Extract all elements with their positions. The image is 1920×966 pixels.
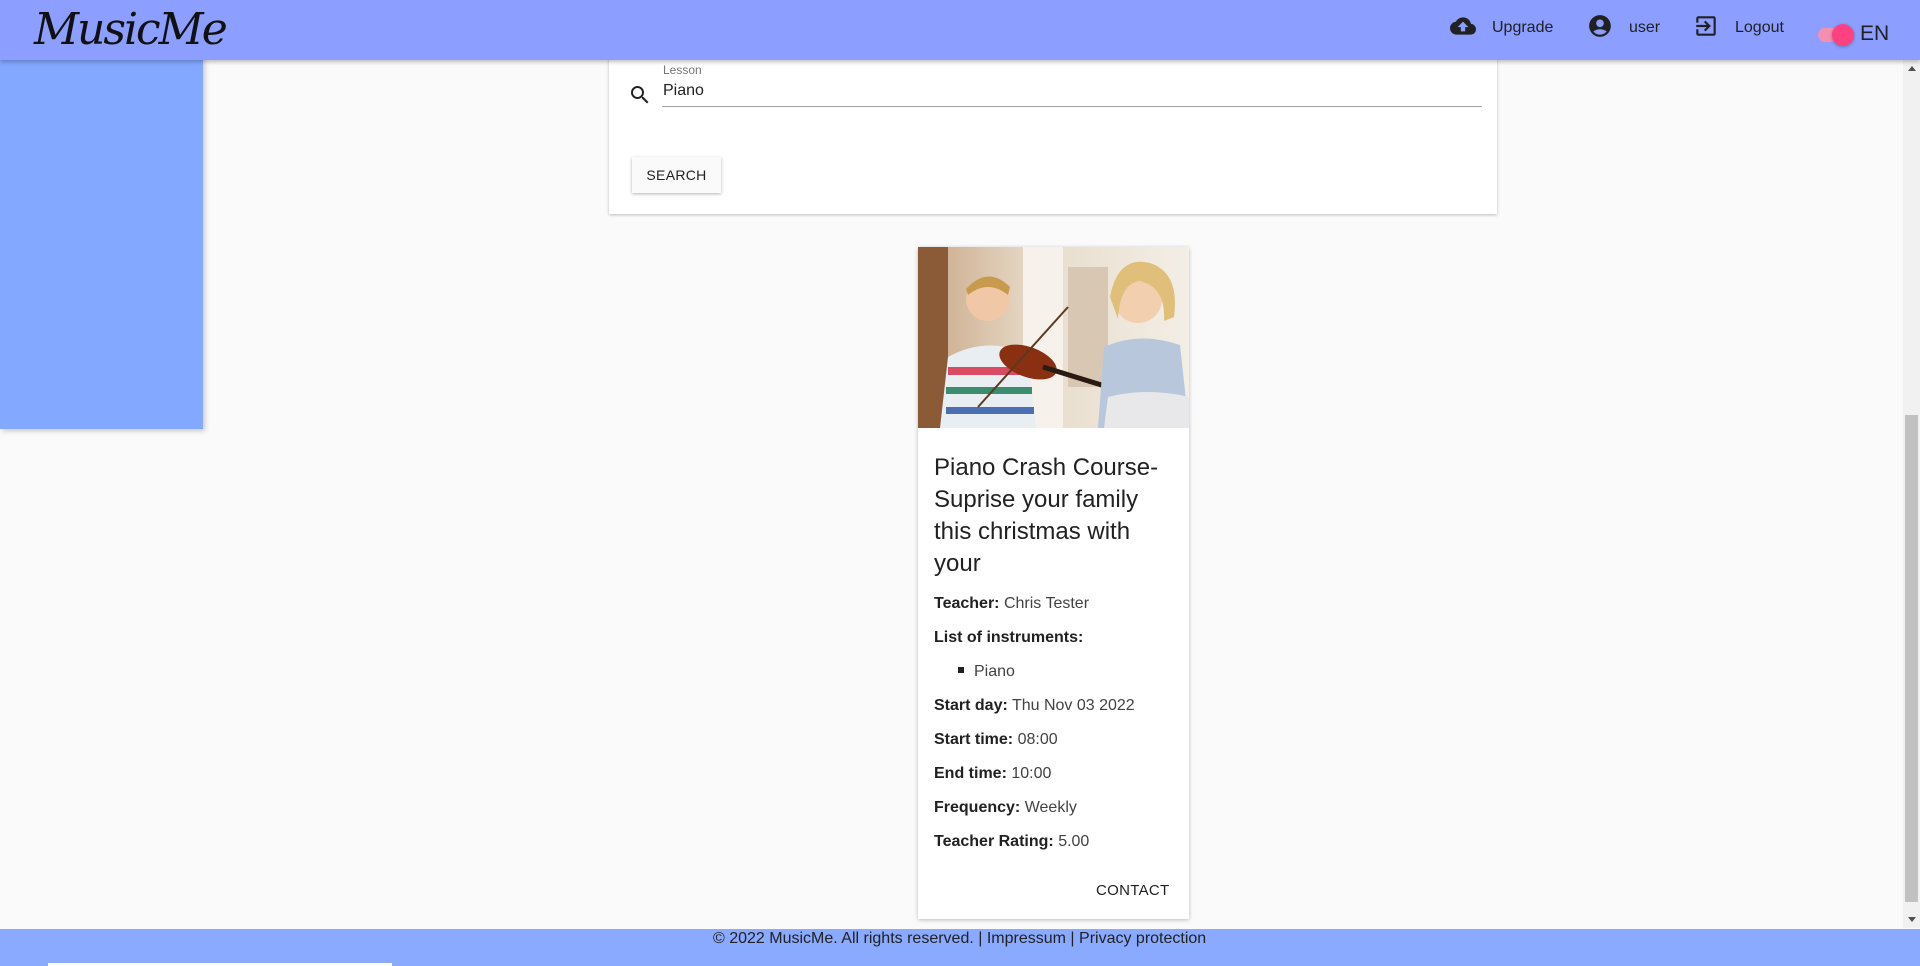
rating-label: Teacher Rating: — [934, 833, 1054, 850]
sidebar — [0, 0, 203, 429]
instruments-label: List of instruments: — [934, 629, 1084, 646]
privacy-link[interactable]: Privacy protection — [1079, 930, 1206, 947]
lesson-field-label: Lesson — [663, 63, 702, 77]
scroll-down-arrow-icon[interactable] — [1908, 917, 1916, 922]
start-day-label: Start day: — [934, 697, 1008, 714]
search-button[interactable]: SEARCH — [632, 157, 721, 193]
logout-icon — [1693, 13, 1719, 44]
app-bar: MusicMe Upgrade user Logout EN — [0, 0, 1920, 60]
cloud-upload-icon — [1450, 13, 1476, 44]
footer-separator: | — [1070, 930, 1075, 947]
scroll-up-arrow-icon[interactable] — [1908, 66, 1916, 71]
start-day-row: Start day: Thu Nov 03 2022 — [934, 697, 1135, 715]
list-bullet — [958, 667, 964, 673]
start-day-value: Thu Nov 03 2022 — [1011, 697, 1135, 714]
lesson-search-input[interactable]: Piano — [663, 82, 704, 100]
search-icon — [628, 83, 652, 107]
teacher-label: Teacher: — [934, 595, 1000, 612]
logo[interactable]: MusicMe — [34, 2, 228, 58]
user-button[interactable]: user — [1587, 0, 1660, 56]
account-circle-icon — [1587, 13, 1613, 44]
start-time-value: 08:00 — [1017, 731, 1058, 748]
teacher-row: Teacher: Chris Tester — [934, 595, 1089, 613]
upgrade-button[interactable]: Upgrade — [1450, 0, 1553, 56]
end-time-value: 10:00 — [1011, 765, 1052, 782]
language-label: EN — [1860, 22, 1890, 45]
scrollbar-thumb[interactable] — [1905, 415, 1918, 902]
frequency-row: Frequency: Weekly — [934, 799, 1077, 817]
contact-button[interactable]: CONTACT — [1096, 882, 1169, 899]
instrument-item: Piano — [974, 663, 1015, 680]
language-toggle-knob[interactable] — [1832, 24, 1854, 46]
end-time-label: End time: — [934, 765, 1007, 782]
start-time-row: Start time: 08:00 — [934, 731, 1058, 749]
user-label: user — [1629, 19, 1661, 36]
instruments-row: List of instruments: — [934, 629, 1083, 647]
rating-value: 5.00 — [1058, 833, 1090, 850]
teacher-value: Chris Tester — [1003, 595, 1090, 612]
footer-text: © 2022 MusicMe. All rights reserved. | I… — [713, 930, 1206, 948]
frequency-value: Weekly — [1024, 799, 1077, 816]
upgrade-label: Upgrade — [1492, 19, 1554, 36]
footer-copyright: © 2022 MusicMe. All rights reserved. — [713, 930, 974, 947]
logout-label: Logout — [1735, 19, 1784, 36]
logout-button[interactable]: Logout — [1693, 0, 1784, 56]
impressum-link[interactable]: Impressum — [987, 930, 1066, 947]
lesson-field-underline — [662, 106, 1482, 107]
footer-separator: | — [978, 930, 983, 947]
rating-row: Teacher Rating: 5.00 — [934, 833, 1089, 851]
search-card — [609, 40, 1497, 214]
frequency-label: Frequency: — [934, 799, 1021, 816]
start-time-label: Start time: — [934, 731, 1014, 748]
lesson-title: Piano Crash Course- Suprise your family … — [934, 454, 1159, 577]
lesson-image — [918, 247, 1189, 428]
end-time-row: End time: 10:00 — [934, 765, 1051, 783]
